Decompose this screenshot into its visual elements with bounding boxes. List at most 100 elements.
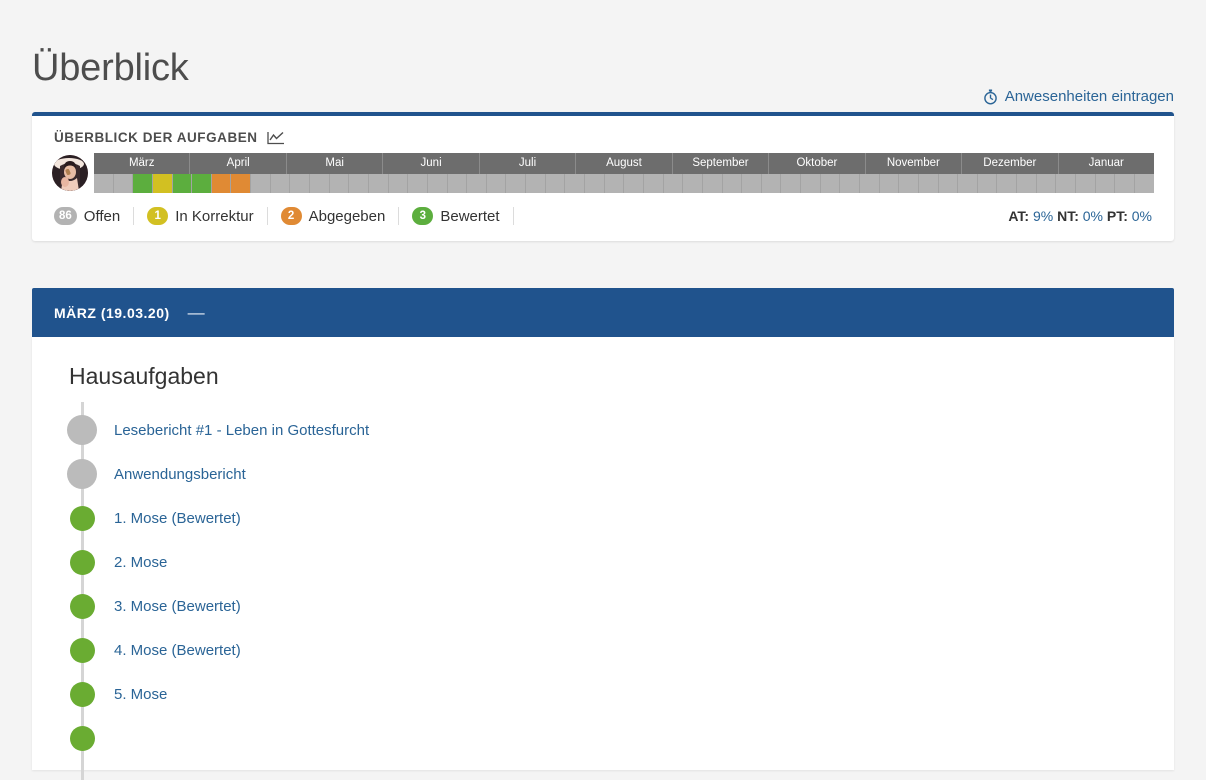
timeline-week-cell[interactable] xyxy=(702,174,723,193)
timeline-week-cell[interactable] xyxy=(958,174,978,193)
timeline-week-cell[interactable] xyxy=(997,174,1018,193)
section-heading: Hausaufgaben xyxy=(69,363,219,389)
task-status-dot[interactable] xyxy=(70,505,95,531)
task-status-dot[interactable] xyxy=(70,549,95,575)
timeline-week-cell[interactable] xyxy=(761,174,782,193)
timeline-week-cell[interactable] xyxy=(192,174,212,193)
timeline-week-cell[interactable] xyxy=(859,174,880,193)
month-section: MÄRZ (19.03.20) — Hausaufgaben Leseberic… xyxy=(32,288,1174,780)
minus-icon[interactable]: — xyxy=(188,304,205,321)
task-item: Anwendungsbericht xyxy=(54,452,1152,496)
legend-item-in-korrektur[interactable]: 1 In Korrektur xyxy=(134,207,268,225)
timeline-week-cell[interactable] xyxy=(840,174,860,193)
timeline-week-cell[interactable] xyxy=(1017,174,1037,193)
timeline-week-cell[interactable] xyxy=(94,174,114,193)
timeline-week-cell[interactable] xyxy=(329,174,350,193)
timeline-week-cell[interactable] xyxy=(742,174,762,193)
timeline[interactable]: März April Mai Juni Juli August September Oktob… xyxy=(94,153,1154,193)
timeline-week-cell[interactable] xyxy=(1076,174,1096,193)
timeline-week-cell[interactable] xyxy=(918,174,939,193)
task-link[interactable]: 1. Mose (Bewertet) xyxy=(114,510,241,527)
timeline-row: März April Mai Juni Juli August September Oktob… xyxy=(32,153,1174,193)
timeline-week-cell[interactable] xyxy=(624,174,644,193)
timeline-month-11[interactable]: Januar xyxy=(1059,153,1154,174)
timeline-week-cell[interactable] xyxy=(290,174,311,193)
timeline-month-5[interactable]: Juli xyxy=(480,153,577,174)
timeline-week-cell[interactable] xyxy=(231,174,252,193)
timeline-week-cell[interactable] xyxy=(879,174,900,193)
timeline-week-cell[interactable] xyxy=(899,174,919,193)
task-link[interactable]: 4. Mose (Bewertet) xyxy=(114,642,241,659)
task-status-dot[interactable] xyxy=(70,637,95,663)
timeline-week-cell[interactable] xyxy=(467,174,487,193)
timeline-week-cell[interactable] xyxy=(447,174,468,193)
timeline-week-cell[interactable] xyxy=(310,174,330,193)
task-link[interactable]: 2. Mose xyxy=(114,554,167,571)
timeline-month-3[interactable]: Mai xyxy=(287,153,384,174)
timeline-week-cell[interactable] xyxy=(368,174,389,193)
timeline-week-cell[interactable] xyxy=(388,174,409,193)
timeline-week-cell[interactable] xyxy=(133,174,153,193)
legend-item-bewertet[interactable]: 3 Bewertet xyxy=(399,207,514,225)
timeline-month-2[interactable]: April xyxy=(190,153,287,174)
task-link[interactable]: 5. Mose xyxy=(114,686,167,703)
timeline-week-cell[interactable] xyxy=(643,174,664,193)
status-badge: 2 xyxy=(280,207,302,225)
task-status-dot[interactable] xyxy=(67,415,97,445)
timeline-week-cell[interactable] xyxy=(211,174,232,193)
month-header-bar[interactable]: MÄRZ (19.03.20) — xyxy=(32,288,1174,337)
timeline-week-cell[interactable] xyxy=(1036,174,1057,193)
legend-item-offen[interactable]: 86 Offen xyxy=(54,207,135,225)
timeline-week-cell[interactable] xyxy=(1056,174,1077,193)
timeline-week-cell[interactable] xyxy=(152,174,173,193)
timeline-week-cell[interactable] xyxy=(408,174,428,193)
task-status-dot[interactable] xyxy=(70,725,95,751)
timeline-month-10[interactable]: Dezember xyxy=(962,153,1059,174)
legend-item-abgegeben[interactable]: 2 Abgegeben xyxy=(268,207,400,225)
avatar[interactable] xyxy=(52,155,88,191)
timeline-week-cell[interactable] xyxy=(427,174,448,193)
timeline-month-6[interactable]: August xyxy=(576,153,673,174)
timeline-week-cell[interactable] xyxy=(526,174,546,193)
task-list: Lesebericht #1 - Leben in Gottesfurcht An… xyxy=(54,402,1152,780)
timeline-week-cell[interactable] xyxy=(486,174,507,193)
timeline-week-cell[interactable] xyxy=(722,174,743,193)
timeline-week-cell[interactable] xyxy=(938,174,959,193)
timeline-week-cell[interactable] xyxy=(1134,174,1154,193)
timeline-week-cell[interactable] xyxy=(1095,174,1116,193)
task-link[interactable]: 3. Mose (Bewertet) xyxy=(114,598,241,615)
overview-card: ÜBERBLICK DER AUFGABEN März April Mai Ju… xyxy=(32,112,1174,241)
timeline-week-cell[interactable] xyxy=(683,174,703,193)
timeline-week-cell[interactable] xyxy=(113,174,134,193)
timeline-week-cell[interactable] xyxy=(1115,174,1135,193)
timeline-week-cell[interactable] xyxy=(663,174,684,193)
timeline-month-9[interactable]: November xyxy=(866,153,963,174)
line-chart-icon[interactable] xyxy=(266,131,285,145)
attendance-link[interactable]: Anwesenheiten eintragen xyxy=(983,88,1174,105)
timeline-week-cell[interactable] xyxy=(270,174,291,193)
timeline-week-cell[interactable] xyxy=(349,174,369,193)
timeline-month-4[interactable]: Juni xyxy=(383,153,480,174)
timeline-week-cell[interactable] xyxy=(977,174,998,193)
task-link[interactable]: Lesebericht #1 - Leben in Gottesfurcht xyxy=(114,422,369,439)
timeline-week-cell[interactable] xyxy=(604,174,625,193)
timeline-week-cell[interactable] xyxy=(801,174,821,193)
timeline-week-cell[interactable] xyxy=(585,174,605,193)
task-status-dot[interactable] xyxy=(70,593,95,619)
timeline-week-cell[interactable] xyxy=(781,174,802,193)
task-status-dot[interactable] xyxy=(70,681,95,707)
timeline-week-cell[interactable] xyxy=(172,174,193,193)
timeline-week-cell[interactable] xyxy=(820,174,841,193)
task-status-dot[interactable] xyxy=(67,459,97,489)
timeline-month-1[interactable]: März xyxy=(94,153,191,174)
percentage-value: 0% xyxy=(1078,208,1103,224)
status-badge: 1 xyxy=(147,207,169,225)
task-link[interactable]: Anwendungsbericht xyxy=(114,466,246,483)
timeline-week-cell[interactable] xyxy=(251,174,271,193)
timeline-month-7[interactable]: September xyxy=(673,153,770,174)
timeline-month-8[interactable]: Oktober xyxy=(769,153,866,174)
timeline-week-cell[interactable] xyxy=(565,174,586,193)
timeline-week-cell[interactable] xyxy=(545,174,566,193)
timeline-week-bar[interactable] xyxy=(94,174,1154,193)
timeline-week-cell[interactable] xyxy=(506,174,527,193)
